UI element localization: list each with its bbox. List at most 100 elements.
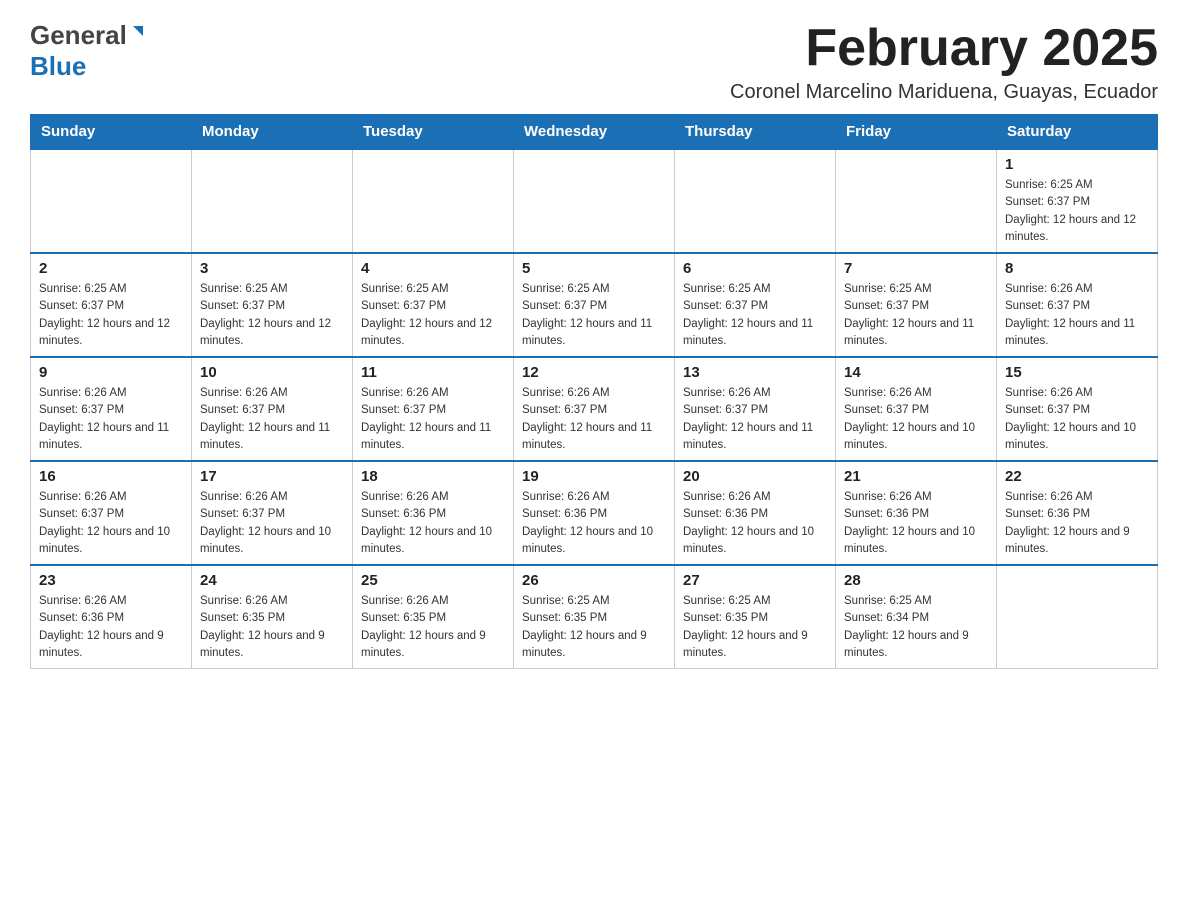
day-number: 1 <box>1005 156 1149 173</box>
day-number: 26 <box>522 572 666 589</box>
calendar-cell <box>997 565 1158 669</box>
calendar-cell: 2 Sunrise: 6:25 AM Sunset: 6:37 PM Daylig… <box>31 253 192 357</box>
weekday-header-thursday: Thursday <box>675 115 836 150</box>
calendar-cell: 14 Sunrise: 6:26 AM Sunset: 6:37 PM Dayli… <box>836 357 997 461</box>
day-info: Sunrise: 6:26 AM Sunset: 6:37 PM Dayligh… <box>39 385 183 454</box>
logo-general-text: General <box>30 20 127 51</box>
logo-chevron-icon <box>129 24 147 47</box>
day-number: 19 <box>522 468 666 485</box>
calendar-cell <box>31 149 192 253</box>
weekday-header-friday: Friday <box>836 115 997 150</box>
calendar-cell: 25 Sunrise: 6:26 AM Sunset: 6:35 PM Dayli… <box>353 565 514 669</box>
week-row-5: 23 Sunrise: 6:26 AM Sunset: 6:36 PM Dayli… <box>31 565 1158 669</box>
calendar-cell: 24 Sunrise: 6:26 AM Sunset: 6:35 PM Dayli… <box>192 565 353 669</box>
month-title: February 2025 <box>730 20 1158 77</box>
day-info: Sunrise: 6:26 AM Sunset: 6:37 PM Dayligh… <box>1005 281 1149 350</box>
calendar-cell <box>353 149 514 253</box>
day-number: 21 <box>844 468 988 485</box>
day-info: Sunrise: 6:26 AM Sunset: 6:37 PM Dayligh… <box>683 385 827 454</box>
day-info: Sunrise: 6:25 AM Sunset: 6:37 PM Dayligh… <box>844 281 988 350</box>
location-subtitle: Coronel Marcelino Mariduena, Guayas, Ecu… <box>730 81 1158 104</box>
day-info: Sunrise: 6:26 AM Sunset: 6:35 PM Dayligh… <box>361 593 505 662</box>
day-info: Sunrise: 6:26 AM Sunset: 6:37 PM Dayligh… <box>522 385 666 454</box>
calendar-cell: 5 Sunrise: 6:25 AM Sunset: 6:37 PM Daylig… <box>514 253 675 357</box>
calendar-cell: 12 Sunrise: 6:26 AM Sunset: 6:37 PM Dayli… <box>514 357 675 461</box>
weekday-header-wednesday: Wednesday <box>514 115 675 150</box>
day-number: 8 <box>1005 260 1149 277</box>
day-info: Sunrise: 6:26 AM Sunset: 6:37 PM Dayligh… <box>39 489 183 558</box>
calendar-cell <box>514 149 675 253</box>
day-info: Sunrise: 6:25 AM Sunset: 6:37 PM Dayligh… <box>522 281 666 350</box>
day-number: 12 <box>522 364 666 381</box>
day-info: Sunrise: 6:26 AM Sunset: 6:37 PM Dayligh… <box>200 489 344 558</box>
day-number: 20 <box>683 468 827 485</box>
day-number: 23 <box>39 572 183 589</box>
week-row-1: 1 Sunrise: 6:25 AM Sunset: 6:37 PM Daylig… <box>31 149 1158 253</box>
week-row-3: 9 Sunrise: 6:26 AM Sunset: 6:37 PM Daylig… <box>31 357 1158 461</box>
calendar-cell <box>675 149 836 253</box>
calendar-cell <box>836 149 997 253</box>
day-info: Sunrise: 6:25 AM Sunset: 6:37 PM Dayligh… <box>683 281 827 350</box>
calendar-cell: 21 Sunrise: 6:26 AM Sunset: 6:36 PM Dayli… <box>836 461 997 565</box>
day-number: 11 <box>361 364 505 381</box>
day-number: 5 <box>522 260 666 277</box>
weekday-header-tuesday: Tuesday <box>353 115 514 150</box>
day-number: 6 <box>683 260 827 277</box>
day-number: 22 <box>1005 468 1149 485</box>
day-number: 25 <box>361 572 505 589</box>
day-info: Sunrise: 6:26 AM Sunset: 6:36 PM Dayligh… <box>361 489 505 558</box>
calendar-cell: 16 Sunrise: 6:26 AM Sunset: 6:37 PM Dayli… <box>31 461 192 565</box>
calendar-cell: 13Sunrise: 6:26 AM Sunset: 6:37 PM Dayli… <box>675 357 836 461</box>
day-info: Sunrise: 6:26 AM Sunset: 6:35 PM Dayligh… <box>200 593 344 662</box>
calendar-cell: 18 Sunrise: 6:26 AM Sunset: 6:36 PM Dayli… <box>353 461 514 565</box>
day-info: Sunrise: 6:26 AM Sunset: 6:37 PM Dayligh… <box>361 385 505 454</box>
weekday-header-saturday: Saturday <box>997 115 1158 150</box>
day-info: Sunrise: 6:26 AM Sunset: 6:36 PM Dayligh… <box>844 489 988 558</box>
calendar-cell: 10Sunrise: 6:26 AM Sunset: 6:37 PM Dayli… <box>192 357 353 461</box>
calendar-cell: 20 Sunrise: 6:26 AM Sunset: 6:36 PM Dayli… <box>675 461 836 565</box>
day-info: Sunrise: 6:25 AM Sunset: 6:37 PM Dayligh… <box>200 281 344 350</box>
calendar-cell: 6 Sunrise: 6:25 AM Sunset: 6:37 PM Daylig… <box>675 253 836 357</box>
calendar-cell: 11 Sunrise: 6:26 AM Sunset: 6:37 PM Dayli… <box>353 357 514 461</box>
calendar-cell: 17 Sunrise: 6:26 AM Sunset: 6:37 PM Dayli… <box>192 461 353 565</box>
day-number: 3 <box>200 260 344 277</box>
calendar-cell: 9 Sunrise: 6:26 AM Sunset: 6:37 PM Daylig… <box>31 357 192 461</box>
day-number: 24 <box>200 572 344 589</box>
day-info: Sunrise: 6:26 AM Sunset: 6:37 PM Dayligh… <box>200 385 344 454</box>
day-info: Sunrise: 6:26 AM Sunset: 6:36 PM Dayligh… <box>683 489 827 558</box>
calendar-cell: 19Sunrise: 6:26 AM Sunset: 6:36 PM Dayli… <box>514 461 675 565</box>
logo: General Blue <box>30 20 147 82</box>
day-info: Sunrise: 6:25 AM Sunset: 6:35 PM Dayligh… <box>683 593 827 662</box>
day-number: 2 <box>39 260 183 277</box>
calendar-cell: 4Sunrise: 6:25 AM Sunset: 6:37 PM Daylig… <box>353 253 514 357</box>
calendar-cell: 3 Sunrise: 6:25 AM Sunset: 6:37 PM Daylig… <box>192 253 353 357</box>
day-number: 4 <box>361 260 505 277</box>
weekday-header-monday: Monday <box>192 115 353 150</box>
calendar-cell: 1 Sunrise: 6:25 AM Sunset: 6:37 PM Daylig… <box>997 149 1158 253</box>
calendar-cell: 8 Sunrise: 6:26 AM Sunset: 6:37 PM Daylig… <box>997 253 1158 357</box>
calendar-cell: 28 Sunrise: 6:25 AM Sunset: 6:34 PM Dayli… <box>836 565 997 669</box>
day-info: Sunrise: 6:25 AM Sunset: 6:37 PM Dayligh… <box>1005 177 1149 246</box>
day-info: Sunrise: 6:25 AM Sunset: 6:34 PM Dayligh… <box>844 593 988 662</box>
day-number: 18 <box>361 468 505 485</box>
page-header: General Blue February 2025 Coronel Marce… <box>30 20 1158 104</box>
day-info: Sunrise: 6:26 AM Sunset: 6:36 PM Dayligh… <box>1005 489 1149 558</box>
day-number: 7 <box>844 260 988 277</box>
calendar-cell: 26 Sunrise: 6:25 AM Sunset: 6:35 PM Dayli… <box>514 565 675 669</box>
day-info: Sunrise: 6:25 AM Sunset: 6:37 PM Dayligh… <box>39 281 183 350</box>
calendar-cell: 22 Sunrise: 6:26 AM Sunset: 6:36 PM Dayli… <box>997 461 1158 565</box>
day-number: 17 <box>200 468 344 485</box>
day-info: Sunrise: 6:26 AM Sunset: 6:36 PM Dayligh… <box>39 593 183 662</box>
day-number: 28 <box>844 572 988 589</box>
calendar-cell: 27Sunrise: 6:25 AM Sunset: 6:35 PM Dayli… <box>675 565 836 669</box>
day-info: Sunrise: 6:26 AM Sunset: 6:37 PM Dayligh… <box>1005 385 1149 454</box>
day-number: 16 <box>39 468 183 485</box>
day-info: Sunrise: 6:26 AM Sunset: 6:37 PM Dayligh… <box>844 385 988 454</box>
week-row-2: 2 Sunrise: 6:25 AM Sunset: 6:37 PM Daylig… <box>31 253 1158 357</box>
day-number: 14 <box>844 364 988 381</box>
week-row-4: 16 Sunrise: 6:26 AM Sunset: 6:37 PM Dayli… <box>31 461 1158 565</box>
logo-blue-text: Blue <box>30 51 86 82</box>
title-section: February 2025 Coronel Marcelino Mariduen… <box>730 20 1158 104</box>
day-info: Sunrise: 6:25 AM Sunset: 6:35 PM Dayligh… <box>522 593 666 662</box>
day-number: 9 <box>39 364 183 381</box>
